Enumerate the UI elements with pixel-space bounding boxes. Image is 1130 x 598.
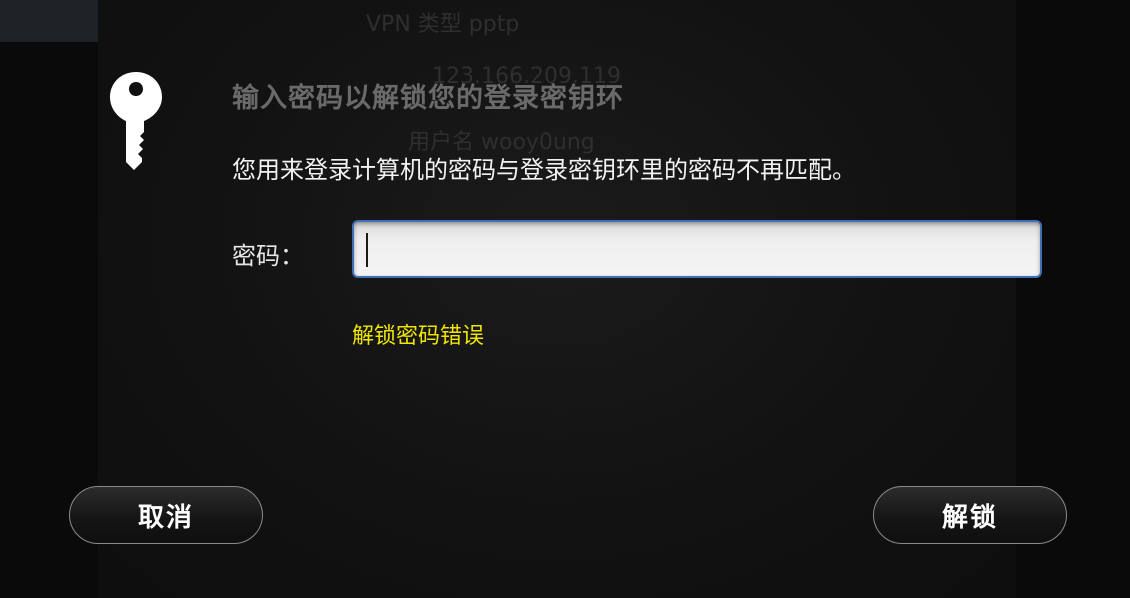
unlock-button[interactable]: 解锁 [873,486,1067,544]
cancel-button[interactable]: 取消 [69,486,263,544]
dialog-message: 您用来登录计算机的密码与登录密钥环里的密码不再匹配。 [232,156,856,184]
background-vpn-type: VPN 类型 pptp [366,12,520,37]
screen: VPN 类型 pptp 123.166.209.119 用户名 wooy0ung… [0,0,1130,598]
error-message: 解锁密码错误 [352,324,485,349]
background-left-header [0,0,98,42]
password-input[interactable] [352,220,1042,278]
password-label: 密码： [232,242,304,270]
text-caret [366,233,368,267]
dialog-title: 输入密码以解锁您的登录密钥环 [232,83,624,114]
key-icon [110,72,162,170]
